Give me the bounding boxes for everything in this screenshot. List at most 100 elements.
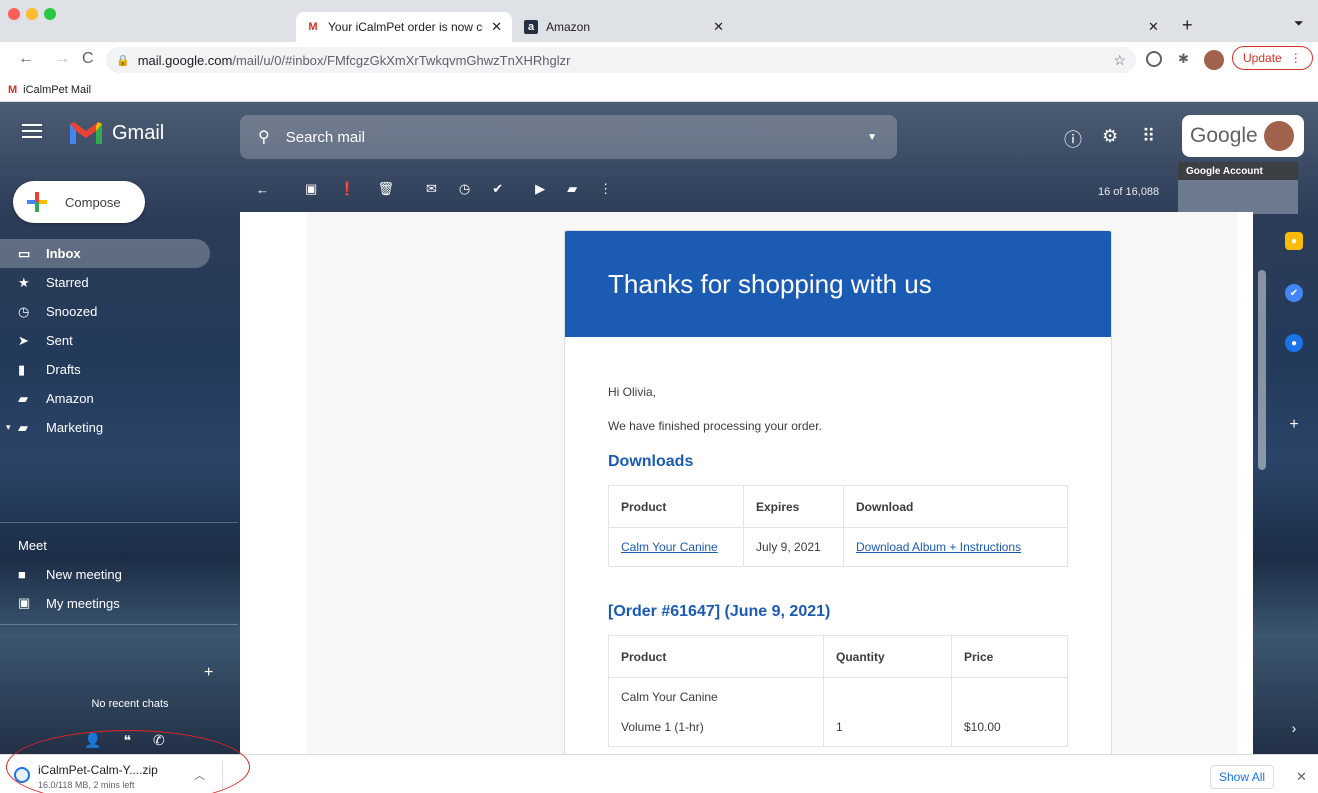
update-button[interactable]: Update ⋮: [1232, 46, 1313, 70]
report-spam-icon[interactable]: ❗: [339, 181, 355, 197]
new-chat-plus-icon[interactable]: +: [204, 664, 213, 682]
back-to-inbox-icon[interactable]: ←: [256, 182, 269, 197]
keep-icon[interactable]: ●: [1285, 232, 1303, 250]
zip-file-icon: [14, 767, 30, 783]
sidebar-divider: [0, 522, 238, 523]
bookmark-icalmpet-mail[interactable]: iCalmPet Mail: [23, 84, 91, 96]
order-heading: [Order #61647] (June 9, 2021): [608, 603, 831, 620]
back-icon[interactable]: ←: [18, 50, 34, 68]
tab-search-icon[interactable]: ⏷: [1294, 16, 1304, 31]
column-header: Product: [608, 635, 824, 678]
search-icon[interactable]: ⚲: [258, 127, 270, 147]
sidebar-item-label: Starred: [46, 275, 89, 290]
expand-arrow-icon[interactable]: ▾: [6, 422, 18, 433]
my-meetings-button[interactable]: ▣ My meetings: [18, 593, 120, 613]
extensions-puzzle-icon[interactable]: ✱: [1178, 51, 1189, 67]
lock-icon: 🔒: [116, 54, 130, 67]
label-icon: ▰: [18, 419, 28, 435]
archive-icon[interactable]: ▣: [305, 181, 317, 197]
star-icon: ★: [18, 274, 30, 290]
shelf-divider: [222, 761, 223, 789]
sidebar-item-drafts[interactable]: ▮ Drafts: [0, 355, 210, 384]
url-host: mail.google.com: [137, 52, 233, 68]
sidebar-item-label: Inbox: [46, 246, 81, 261]
contacts-icon[interactable]: ●: [1285, 334, 1303, 352]
phone-icon[interactable]: ✆: [153, 732, 165, 749]
download-shelf: iCalmPet-Calm-Y....zip 16.0/118 MB, 2 mi…: [0, 754, 1318, 793]
move-to-icon[interactable]: ▶: [535, 181, 545, 197]
sidebar-item-inbox[interactable]: ▭ Inbox: [0, 239, 210, 268]
pinterest-extension-icon[interactable]: [1146, 51, 1162, 67]
new-tab-icon[interactable]: +: [1182, 15, 1193, 36]
inbox-icon: ▭: [18, 245, 31, 261]
downloads-table: Product Expires Download Calm Your Canin…: [608, 485, 1068, 567]
email-body: Hi Olivia, We have finished processing y…: [565, 337, 1111, 747]
settings-gear-icon[interactable]: ⚙: [1102, 126, 1118, 147]
main-menu-icon[interactable]: [22, 124, 42, 142]
expand-side-panel-icon[interactable]: ›: [1285, 719, 1303, 737]
mark-unread-icon[interactable]: ✉: [426, 181, 437, 197]
meet-section-title: Meet: [18, 538, 47, 553]
download-filename[interactable]: iCalmPet-Calm-Y....zip: [38, 763, 158, 777]
download-link[interactable]: Download Album + Instructions: [856, 540, 1021, 554]
profile-avatar[interactable]: [1204, 50, 1224, 70]
close-shelf-icon[interactable]: ✕: [1296, 769, 1307, 785]
email-greeting: Hi Olivia,: [608, 385, 657, 399]
contacts-icon[interactable]: 👤: [84, 732, 101, 749]
close-tab-icon[interactable]: ✕: [713, 19, 724, 35]
email-reading-pane: Thanks for shopping with us Hi Olivia, W…: [240, 212, 1253, 754]
close-tab-icon[interactable]: ✕: [491, 19, 502, 35]
delete-icon[interactable]: 🗑: [377, 181, 394, 197]
sidebar-item-marketing[interactable]: ▾ ▰ Marketing: [0, 413, 210, 442]
more-options-icon[interactable]: ⋮: [599, 181, 612, 197]
maximize-window-button[interactable]: [44, 8, 56, 20]
send-icon: ➤: [18, 332, 29, 348]
add-to-tasks-icon[interactable]: ✔: [492, 181, 503, 197]
browser-toolbar: ← → C 🔒 mail.google.com/mail/u/0/#inbox/…: [0, 42, 1318, 78]
apps-grid-icon[interactable]: ⠿: [1142, 126, 1155, 147]
tasks-icon[interactable]: ✔: [1285, 284, 1303, 302]
downloads-heading: Downloads: [608, 453, 694, 470]
tab-amazon[interactable]: a Amazon ✕: [514, 12, 734, 42]
close-tab-icon[interactable]: ✕: [1148, 19, 1159, 35]
sidebar-item-sent[interactable]: ➤ Sent: [0, 326, 210, 355]
gmail-logo[interactable]: Gmail: [68, 120, 164, 146]
message-toolbar: ← ▣ ❗ 🗑 ✉ ◷ ✔ ▶ ▰ ⋮: [240, 176, 634, 202]
search-mail-input[interactable]: ⚲ Search mail ▼: [240, 115, 897, 159]
compose-plus-icon: [27, 192, 47, 212]
sidebar-item-starred[interactable]: ★ Starred: [0, 268, 210, 297]
email-scrollbar[interactable]: [1258, 270, 1266, 470]
tab-gmail[interactable]: M Your iCalmPet order is now cor ✕: [296, 12, 512, 42]
column-header: Download: [843, 485, 1068, 528]
side-panel-rail: ● ✔ ● + ›: [1276, 102, 1318, 754]
search-options-icon[interactable]: ▼: [867, 132, 877, 143]
help-icon[interactable]: ⓘ: [1064, 126, 1082, 152]
get-addons-plus-icon[interactable]: +: [1285, 416, 1303, 434]
quantity-cell: 1: [823, 677, 952, 747]
forward-icon[interactable]: →: [54, 50, 70, 68]
labels-icon[interactable]: ▰: [567, 181, 577, 197]
bookmark-star-icon[interactable]: ☆: [1113, 52, 1126, 69]
product-link[interactable]: Calm Your Canine: [621, 540, 718, 554]
column-header: Product: [608, 485, 744, 528]
clock-icon: ◷: [18, 303, 30, 319]
close-window-button[interactable]: [8, 8, 20, 20]
tab-title: Amazon: [546, 20, 591, 34]
download-options-chevron-icon[interactable]: ︿: [194, 767, 205, 783]
email-content-area: Thanks for shopping with us Hi Olivia, W…: [306, 212, 1238, 754]
sidebar-item-snoozed[interactable]: ◷ Snoozed: [0, 297, 210, 326]
hangouts-icon[interactable]: ❝: [123, 732, 131, 749]
tab-title: Your iCalmPet order is now cor: [328, 20, 484, 34]
reload-icon[interactable]: C: [82, 50, 94, 68]
address-bar[interactable]: 🔒 mail.google.com/mail/u/0/#inbox/FMfcgz…: [106, 47, 1136, 73]
new-meeting-label: New meeting: [46, 566, 122, 582]
show-all-button[interactable]: Show All: [1210, 765, 1275, 789]
sidebar-nav: ▭ Inbox ★ Starred ◷ Snoozed ➤ Sent ▮ Dra…: [0, 239, 210, 442]
bookmark-gmail-icon: M: [8, 83, 18, 96]
snooze-icon[interactable]: ◷: [459, 181, 470, 197]
menu-dots-icon: ⋮: [1289, 51, 1302, 65]
sidebar-item-amazon[interactable]: ▰ Amazon: [0, 384, 210, 413]
new-meeting-button[interactable]: ■ New meeting: [18, 564, 122, 584]
compose-button[interactable]: Compose: [13, 181, 145, 223]
minimize-window-button[interactable]: [26, 8, 38, 20]
